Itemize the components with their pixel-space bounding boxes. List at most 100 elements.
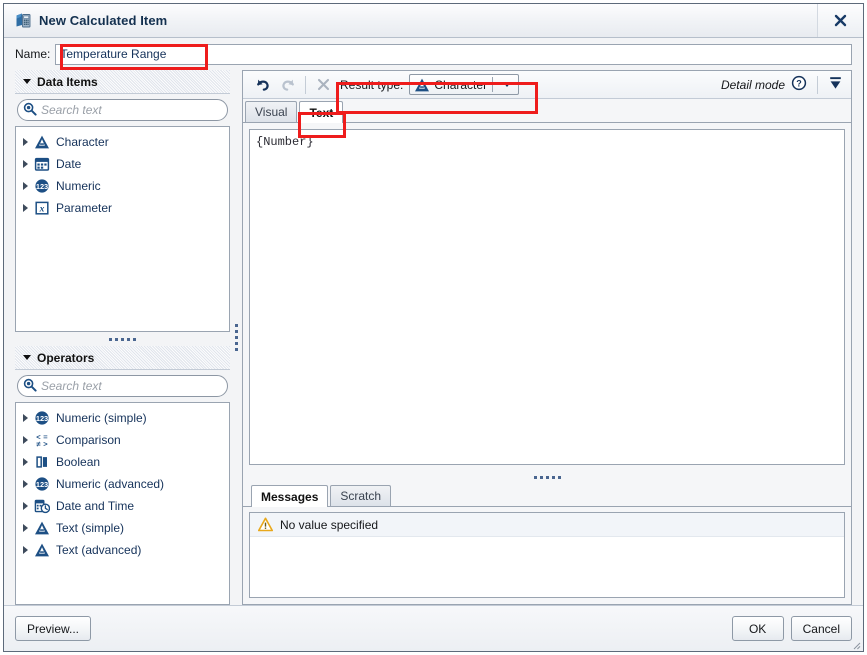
redo-icon	[281, 79, 294, 91]
tree-item-label: Comparison	[56, 433, 121, 447]
tree-item-numeric-advanced[interactable]: 123 Numeric (advanced)	[16, 473, 229, 495]
operators-header[interactable]: Operators	[15, 346, 230, 370]
tab-label: Scratch	[340, 489, 382, 503]
expand-arrow-icon[interactable]	[23, 458, 28, 466]
result-type-dropdown[interactable]: Character	[409, 74, 520, 95]
result-type-label: Result type:	[340, 77, 404, 92]
preview-button[interactable]: Preview...	[15, 616, 92, 641]
expression-text-editor[interactable]: {Number}	[249, 129, 845, 465]
tab-label: Text	[309, 105, 334, 120]
cancel-button[interactable]: Cancel	[790, 616, 852, 641]
character-icon	[414, 77, 430, 93]
splitter-grip-icon	[533, 476, 561, 479]
date-time-icon	[34, 498, 51, 514]
data-items-search-wrap	[15, 94, 230, 126]
tree-item-label: Numeric (advanced)	[56, 477, 165, 491]
expand-arrow-icon[interactable]	[23, 182, 28, 190]
close-button[interactable]	[817, 4, 863, 37]
chevron-down-icon[interactable]	[503, 82, 512, 87]
resize-grip-icon[interactable]	[849, 638, 861, 650]
tree-item-label: Character	[56, 135, 109, 149]
operators-tree[interactable]: 123 Numeric (simple) < ≠ = > Comparison …	[15, 402, 230, 605]
character-icon	[34, 542, 50, 558]
left-panel-splitter[interactable]	[15, 332, 230, 346]
tree-item-character[interactable]: Character	[16, 131, 229, 153]
messages-body: No value specified	[243, 507, 851, 604]
data-items-tree[interactable]: Character Date 123 Numeric x Parameter	[15, 126, 230, 332]
messages-tabstrip: Messages Scratch	[243, 484, 851, 507]
name-input[interactable]	[55, 43, 852, 65]
splitter-grip-icon	[109, 337, 136, 341]
close-x-icon	[317, 78, 329, 91]
expand-arrow-icon[interactable]	[23, 160, 28, 168]
column-splitter[interactable]	[230, 70, 242, 605]
search-icon	[23, 102, 37, 119]
dialog-body: Data Items Search text Character Date 12…	[4, 70, 863, 605]
tree-item-numeric[interactable]: 123 Numeric	[16, 175, 229, 197]
help-button[interactable]: ?	[791, 75, 807, 94]
editor-tabs: Visual Text	[243, 99, 851, 123]
collapse-button[interactable]	[828, 75, 843, 94]
help-icon: ?	[791, 75, 807, 91]
tree-item-boolean[interactable]: Boolean	[16, 451, 229, 473]
chevron-down-icon	[23, 79, 31, 84]
warning-icon	[257, 517, 274, 532]
undo-button[interactable]	[249, 74, 275, 96]
name-label: Name:	[15, 47, 51, 61]
data-items-search-box[interactable]	[17, 99, 228, 121]
tree-item-text-advanced[interactable]: Text (advanced)	[16, 539, 229, 561]
tree-item-label: Numeric	[56, 179, 101, 193]
svg-text:123: 123	[36, 480, 48, 489]
operators-search-wrap	[15, 370, 230, 402]
detail-mode-label: Detail mode	[720, 77, 785, 92]
expand-arrow-icon[interactable]	[23, 138, 28, 146]
tab-visual[interactable]: Visual	[245, 101, 298, 122]
date-icon	[34, 156, 50, 172]
numeric-icon: 123	[34, 476, 50, 492]
data-items-panel: Data Items Search text Character Date 12…	[15, 70, 230, 332]
collapse-down-icon	[830, 77, 841, 89]
expand-arrow-icon[interactable]	[23, 436, 28, 444]
data-items-header-label: Data Items	[37, 74, 98, 89]
operators-search-box[interactable]	[17, 375, 228, 397]
tab-scratch[interactable]: Scratch	[330, 485, 392, 506]
operators-panel: Operators Search text 123 Numeric (simpl…	[15, 346, 230, 605]
expand-arrow-icon[interactable]	[23, 414, 28, 422]
window-title: New Calculated Item	[39, 13, 168, 28]
tab-text[interactable]: Text	[299, 101, 344, 123]
search-icon	[23, 378, 37, 395]
character-icon	[34, 134, 50, 150]
expand-arrow-icon[interactable]	[23, 480, 28, 488]
calculated-item-icon	[14, 12, 32, 30]
operators-search-input[interactable]	[37, 379, 227, 393]
tab-messages[interactable]: Messages	[251, 485, 329, 507]
tree-item-text-simple[interactable]: Text (simple)	[16, 517, 229, 539]
redo-button[interactable]	[275, 74, 301, 96]
editor-messages-splitter[interactable]	[243, 471, 851, 484]
tree-item-parameter[interactable]: x Parameter	[16, 197, 229, 219]
tree-item-date[interactable]: Date	[16, 153, 229, 175]
editor-toolbar: Result type: Character Detail mode ?	[243, 71, 851, 99]
toolbar-separator	[305, 75, 306, 94]
new-calculated-item-dialog: New Calculated Item Name: Data Items	[3, 3, 864, 652]
messages-list[interactable]: No value specified	[249, 512, 845, 598]
data-items-search-input[interactable]	[37, 103, 227, 117]
data-items-header[interactable]: Data Items	[15, 70, 230, 94]
message-text: No value specified	[280, 517, 379, 532]
expand-arrow-icon[interactable]	[23, 524, 28, 532]
tree-item-date-and-time[interactable]: Date and Time	[16, 495, 229, 517]
expand-arrow-icon[interactable]	[23, 204, 28, 212]
message-row[interactable]: No value specified	[250, 513, 844, 537]
tree-item-label: Boolean	[56, 455, 101, 469]
tree-item-comparison[interactable]: < ≠ = > Comparison	[16, 429, 229, 451]
expression-editor-panel: Result type: Character Detail mode ? Vis…	[242, 70, 852, 605]
title-bar: New Calculated Item	[4, 4, 863, 38]
expand-arrow-icon[interactable]	[23, 546, 28, 554]
expand-arrow-icon[interactable]	[23, 502, 28, 510]
delete-button[interactable]	[310, 74, 336, 96]
undo-icon	[256, 79, 269, 91]
tree-item-label: Numeric (simple)	[56, 411, 147, 425]
tree-item-numeric-simple[interactable]: 123 Numeric (simple)	[16, 407, 229, 429]
ok-button[interactable]: OK	[731, 616, 784, 641]
comparison-icon: < ≠ = >	[34, 432, 50, 448]
